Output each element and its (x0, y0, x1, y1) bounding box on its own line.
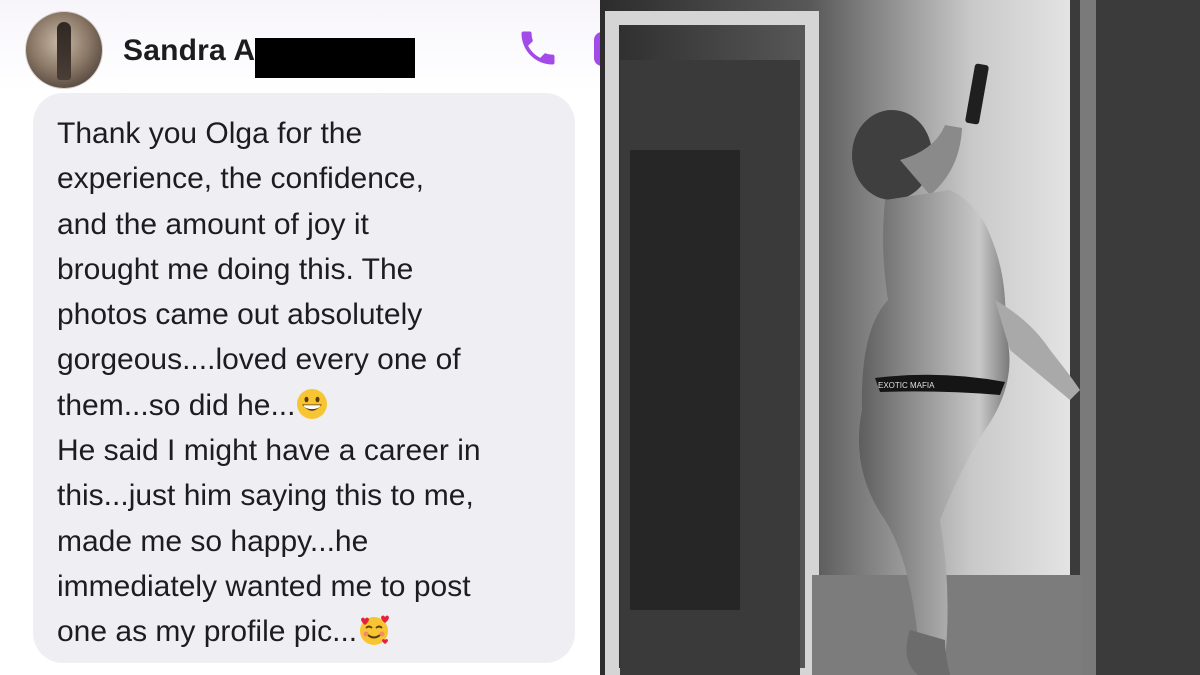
message-line: He said I might have a career in (57, 434, 481, 468)
message-line: this...just him saying this to me, (57, 479, 474, 513)
mirror-reflection (630, 150, 740, 610)
message-line: them...so did he... (57, 388, 296, 422)
message-line: gorgeous....loved every one of (57, 343, 461, 377)
message-line: made me so happy...he (57, 524, 369, 558)
grinning-face-emoji (297, 388, 328, 419)
message-line: one as my profile pic... (57, 615, 358, 649)
message-line: brought me doing this. The (57, 252, 414, 286)
waistband-text: EXOTIC MAFIA (878, 381, 935, 390)
chat-header: Sandra A (0, 0, 600, 92)
video-icon[interactable] (588, 30, 600, 68)
redaction-bar (255, 38, 415, 78)
chat-screenshot: Sandra A Thank you Olga for the experien… (0, 0, 600, 675)
photo-scene: EXOTIC MAFIA (600, 0, 1200, 675)
message-line: photos came out absolutely (57, 298, 423, 332)
contact-name[interactable]: Sandra A (123, 33, 255, 69)
smiling-face-with-hearts-emoji (360, 615, 390, 646)
bw-photo: EXOTIC MAFIA (600, 0, 1200, 675)
contact-avatar[interactable] (26, 12, 102, 88)
composite-image: Sandra A Thank you Olga for the experien… (0, 0, 1200, 675)
phone-icon[interactable] (516, 26, 560, 70)
message-line: Thank you Olga for the (57, 117, 363, 150)
avatar-figure (57, 22, 71, 80)
message-line: experience, the confidence, (57, 162, 424, 196)
door-edge (1080, 0, 1096, 675)
message-text: Thank you Olga for the experience, the c… (57, 111, 577, 655)
message-line: and the amount of joy it (57, 207, 369, 241)
message-line: immediately wanted me to post (57, 569, 471, 603)
